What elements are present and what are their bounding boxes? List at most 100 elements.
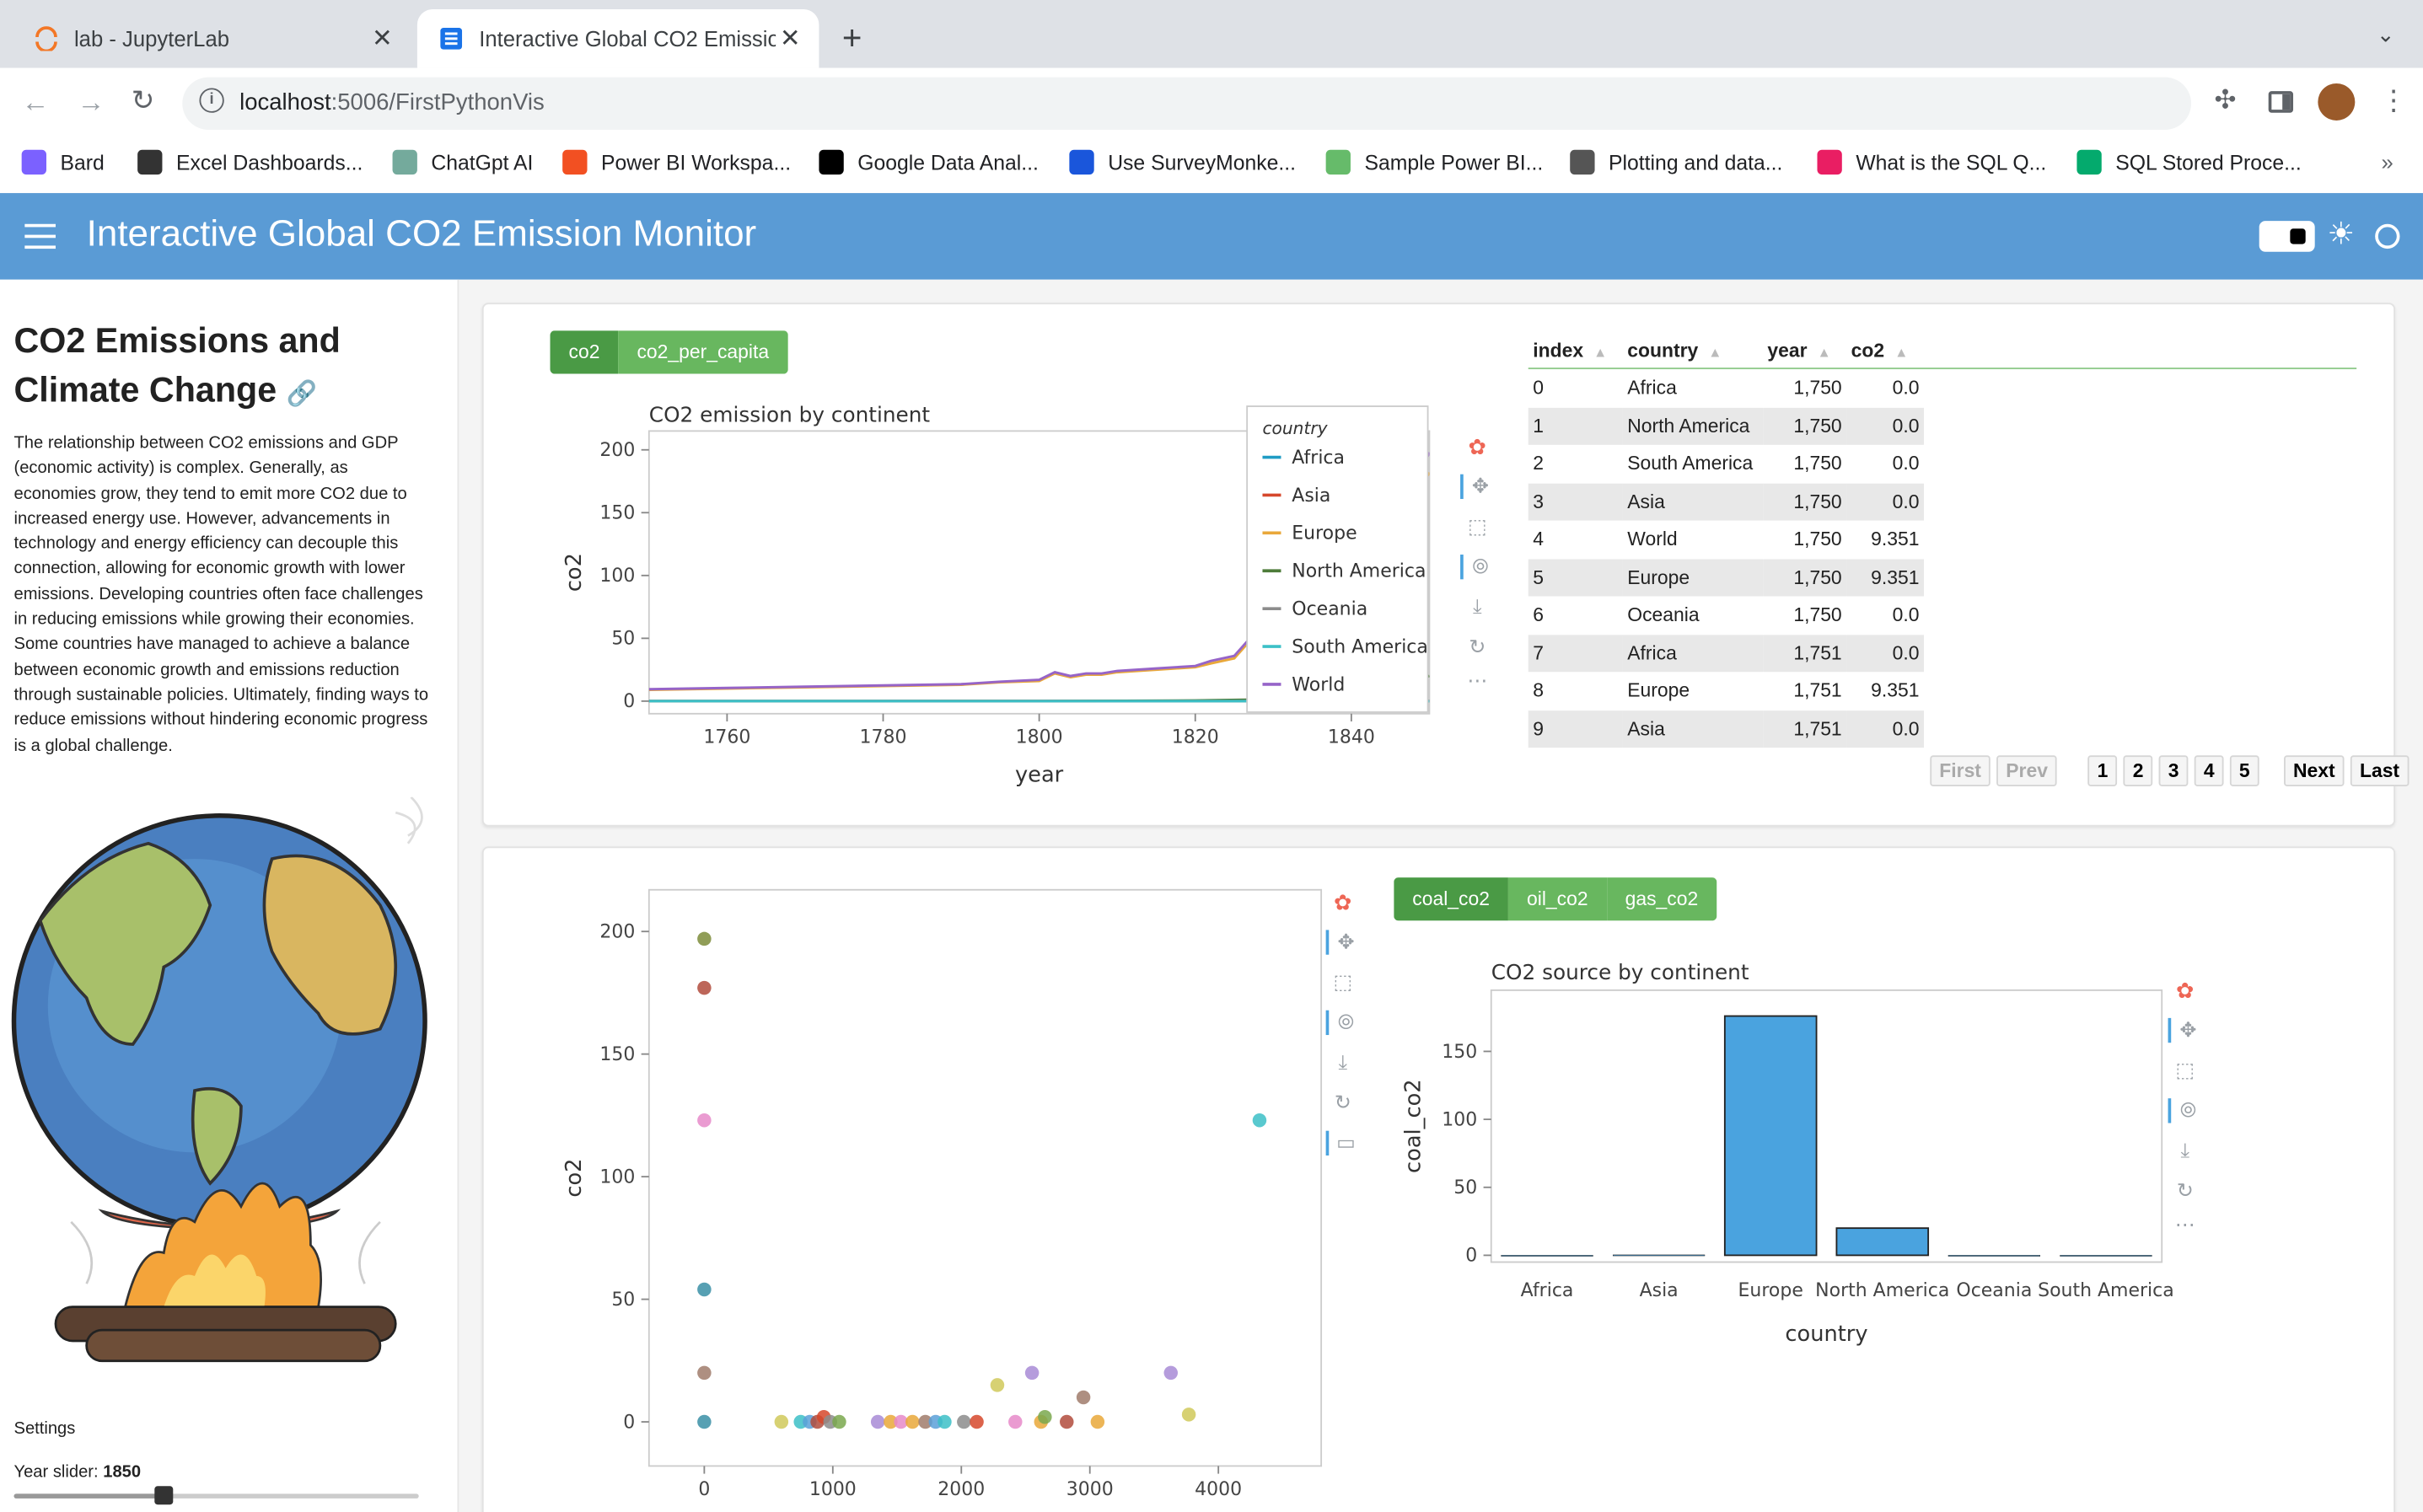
more-tools-icon[interactable]: ⋯	[2168, 1213, 2202, 1237]
table-row[interactable]: 0 Africa 1,750 0.0	[1528, 369, 1924, 407]
close-tab-icon[interactable]: ✕	[372, 23, 393, 54]
table-row[interactable]: 7 Africa 1,751 0.0	[1528, 634, 1924, 673]
plot-area	[1490, 989, 2163, 1263]
bar-africa	[1501, 1255, 1593, 1257]
column-header-year[interactable]: year ▲	[1763, 332, 1846, 369]
bookmark-item[interactable]: Use SurveyMonke...	[1069, 149, 1296, 175]
bookmark-item[interactable]: ChatGpt AI	[392, 149, 533, 175]
bookmark-item[interactable]: Google Data Anal...	[819, 149, 1039, 175]
bokeh-logo-icon[interactable]: ✿	[1460, 434, 1494, 460]
bookmark-item[interactable]: Excel Dashboards...	[137, 149, 363, 175]
pager-page[interactable]: 3	[2158, 755, 2189, 786]
box-zoom-icon[interactable]: ⬚	[2168, 1059, 2202, 1083]
table-cell: 8	[1533, 679, 1544, 702]
tab-jupyterlab[interactable]: lab - JupyterLab ✕	[13, 9, 411, 68]
sort-icon[interactable]: ▲	[1813, 345, 1831, 360]
save-tool-icon[interactable]: ⤓	[2168, 1139, 2202, 1163]
scatter-point	[1038, 1409, 1052, 1424]
extensions-icon[interactable]: ✣	[2215, 85, 2237, 116]
more-bookmarks-icon[interactable]: »	[2381, 150, 2393, 174]
back-icon[interactable]: ←	[22, 87, 50, 119]
bookmark-item[interactable]: Sample Power BI...	[1325, 149, 1544, 175]
new-tab-icon[interactable]: +	[842, 19, 862, 59]
table-row[interactable]: 9 Asia 1,751 0.0	[1528, 710, 1924, 748]
hover-tool-icon[interactable]: ▭	[1325, 1130, 1363, 1156]
reset-tool-icon[interactable]: ↻	[2168, 1179, 2202, 1204]
wheel-zoom-icon[interactable]: ⦾	[2168, 1098, 2205, 1123]
chart-icon	[1325, 149, 1351, 175]
sort-icon[interactable]: ▲	[1705, 345, 1722, 360]
close-tab-icon[interactable]: ✕	[780, 23, 801, 54]
site-info-icon[interactable]: i	[199, 88, 224, 113]
wheel-zoom-icon[interactable]: ⦾	[1460, 555, 1497, 580]
pan-tool-icon[interactable]: ✥	[2168, 1017, 2205, 1043]
column-header-co2[interactable]: co2 ▲	[1846, 332, 1924, 369]
pager-page[interactable]: 1	[2087, 755, 2118, 786]
pager-page[interactable]: 4	[2194, 755, 2224, 786]
anchor-link-icon[interactable]: 🔗	[287, 382, 318, 408]
table-row[interactable]: 5 Europe 1,750 9.351	[1528, 558, 1924, 597]
avatar[interactable]	[2318, 83, 2356, 121]
menu-kebab-icon[interactable]: ⋮	[2380, 85, 2408, 117]
hamburger-menu-icon[interactable]	[24, 223, 56, 249]
year-slider[interactable]	[13, 1486, 419, 1505]
tab-search-chevron-icon[interactable]: ⌄	[2377, 22, 2395, 48]
table-cell: 6	[1533, 604, 1544, 626]
table-row[interactable]: 2 South America 1,750 0.0	[1528, 444, 1924, 483]
save-tool-icon[interactable]: ⤓	[1326, 1050, 1360, 1075]
bookmark-item[interactable]: SQL Stored Proce...	[2076, 149, 2302, 175]
bookmark-label: Google Data Anal...	[857, 150, 1039, 174]
table-cell: 9.351	[1871, 528, 1920, 550]
bookmark-label: Sample Power BI...	[1364, 150, 1544, 174]
pager-prev[interactable]: Prev	[1996, 755, 2057, 786]
forward-icon[interactable]: →	[78, 87, 105, 119]
pager-last[interactable]: Last	[2350, 755, 2410, 786]
tab-co2-monitor[interactable]: Interactive Global CO2 Emissio ✕	[416, 8, 819, 68]
save-tool-icon[interactable]: ⤓	[1460, 595, 1494, 619]
reset-tool-icon[interactable]: ↻	[1326, 1091, 1360, 1115]
bookmark-item[interactable]: Plotting and data...	[1570, 149, 1782, 175]
sort-icon[interactable]: ▲	[1890, 345, 1908, 360]
table-cell: 0.0	[1892, 491, 1920, 513]
pager-next[interactable]: Next	[2283, 755, 2345, 786]
pan-tool-icon[interactable]: ✥	[1460, 474, 1497, 500]
sun-icon[interactable]: ☀	[2327, 215, 2355, 254]
pager-first[interactable]: First	[1930, 755, 1991, 786]
bookmark-item[interactable]: Power BI Workspa...	[562, 149, 791, 175]
table-cell: 0	[1533, 377, 1544, 399]
box-zoom-icon[interactable]: ⬚	[1326, 970, 1360, 995]
table-cell: 1,750	[1793, 491, 1842, 513]
theme-toggle[interactable]	[2259, 221, 2315, 252]
bokeh-logo-icon[interactable]: ✿	[2168, 978, 2202, 1004]
bookmark-item[interactable]: Bard	[21, 149, 105, 175]
pager-page[interactable]: 5	[2229, 755, 2259, 786]
side-panel-icon[interactable]	[2268, 91, 2294, 113]
bar-chart[interactable]: CO2 source by continent 0 50 100 150 Africa As…	[1380, 910, 2184, 1359]
reset-tool-icon[interactable]: ↻	[1460, 635, 1494, 659]
reload-icon[interactable]: ↻	[132, 85, 155, 117]
bokeh-logo-icon[interactable]: ✿	[1326, 890, 1360, 916]
x-tick-label: 1760	[703, 727, 750, 748]
wheel-zoom-icon[interactable]: ⦾	[1325, 1010, 1363, 1036]
legend-entry: South America	[1292, 636, 1428, 657]
column-header-index[interactable]: index ▲	[1528, 332, 1623, 369]
legend-entry: Asia	[1292, 485, 1330, 507]
column-header-country[interactable]: country ▲	[1623, 332, 1763, 369]
table-row[interactable]: 3 Asia 1,750 0.0	[1528, 482, 1924, 521]
slider-thumb[interactable]	[154, 1486, 174, 1505]
more-tools-icon[interactable]: ⋯	[1460, 669, 1494, 694]
table-row[interactable]: 6 Oceania 1,750 0.0	[1528, 596, 1924, 635]
table-row[interactable]: 4 World 1,750 9.351	[1528, 520, 1924, 559]
pan-tool-icon[interactable]: ✥	[1325, 930, 1363, 955]
address-bar[interactable]: i localhost:5006/FirstPythonVis	[182, 77, 2192, 130]
bookmark-item[interactable]: What is the SQL Q...	[1817, 149, 2046, 175]
scatter-chart[interactable]: 0501001502000 1000 2000 3000 4000co2	[484, 848, 1349, 1512]
table-row[interactable]: 1 North America 1,750 0.0	[1528, 406, 1924, 445]
sort-icon[interactable]: ▲	[1589, 345, 1607, 360]
legend-entry: Oceania	[1292, 598, 1367, 619]
box-zoom-icon[interactable]: ⬚	[1460, 514, 1494, 539]
pager-page[interactable]: 2	[2123, 755, 2153, 786]
table-cell: 1,750	[1793, 566, 1842, 588]
line-chart[interactable]: CO2 emission by continent 0 50 100 150 200 176…	[484, 304, 1504, 825]
table-row[interactable]: 8 Europe 1,751 9.351	[1528, 672, 1924, 710]
